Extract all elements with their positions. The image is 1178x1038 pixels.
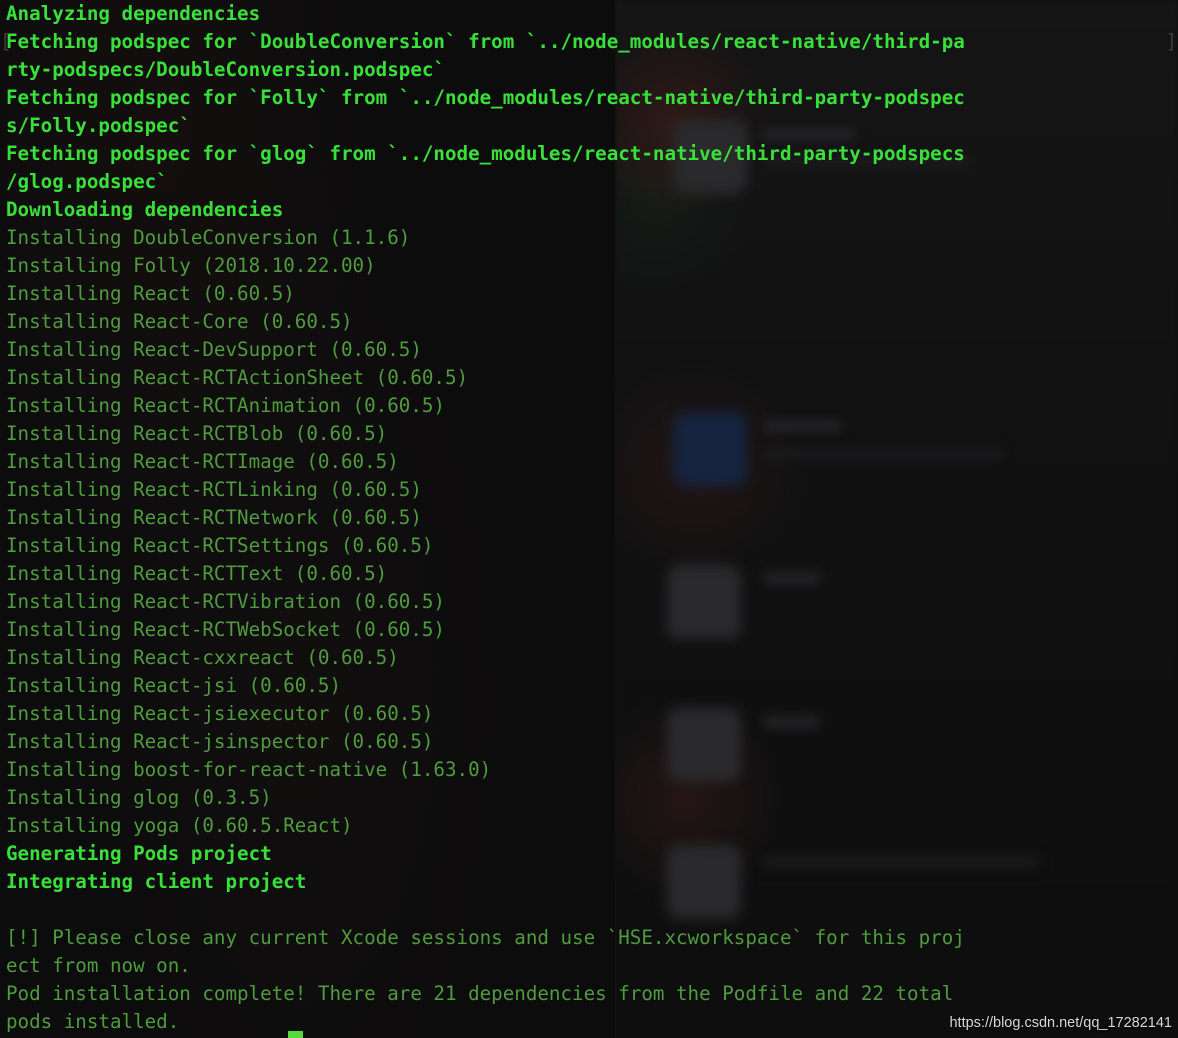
- screenshot-root: Analyzing dependencies Fetching podspec f…: [0, 0, 1178, 1038]
- terminal-line: Downloading dependencies: [6, 198, 284, 221]
- terminal-line: Fetching podspec for `Folly` from `../no…: [6, 86, 965, 109]
- scroll-artifact-right-bracket: ]: [1165, 30, 1177, 53]
- terminal-line: Analyzing dependencies: [6, 2, 261, 25]
- terminal-line: Installing React-RCTNetwork (0.60.5): [6, 506, 422, 529]
- terminal-line: Installing React-RCTVibration (0.60.5): [6, 590, 445, 613]
- scroll-artifact-left-bracket: [: [0, 30, 12, 53]
- terminal-line: Generating Pods project: [6, 842, 272, 865]
- csdn-watermark: https://blog.csdn.net/qq_17282141: [949, 1015, 1172, 1031]
- terminal-line: Installing React-Core (0.60.5): [6, 310, 353, 333]
- terminal-line: Installing React-cxxreact (0.60.5): [6, 646, 399, 669]
- terminal-line: Installing React-RCTAnimation (0.60.5): [6, 394, 445, 417]
- terminal-line: Installing React-RCTText (0.60.5): [6, 562, 388, 585]
- terminal-line: Installing React-DevSupport (0.60.5): [6, 338, 422, 361]
- terminal-line: Installing React (0.60.5): [6, 282, 295, 305]
- terminal-line: Installing React-RCTWebSocket (0.60.5): [6, 618, 445, 641]
- terminal-line: Installing glog (0.3.5): [6, 786, 272, 809]
- terminal-line: rty-podspecs/DoubleConversion.podspec`: [6, 58, 445, 81]
- terminal-line: [!] Please close any current Xcode sessi…: [6, 926, 965, 949]
- terminal-line: Installing React-jsi (0.60.5): [6, 674, 342, 697]
- terminal-line: Installing React-jsiexecutor (0.60.5): [6, 702, 434, 725]
- terminal-line: Integrating client project: [6, 870, 307, 893]
- terminal-line: Installing DoubleConversion (1.1.6): [6, 226, 411, 249]
- terminal-line: Installing React-RCTLinking (0.60.5): [6, 478, 422, 501]
- terminal-output: Analyzing dependencies Fetching podspec f…: [0, 0, 1178, 1036]
- terminal-line: Installing React-RCTBlob (0.60.5): [6, 422, 388, 445]
- terminal-line: /glog.podspec`: [6, 170, 168, 193]
- terminal-line: Installing boost-for-react-native (1.63.…: [6, 758, 492, 781]
- terminal-line: Installing React-RCTImage (0.60.5): [6, 450, 399, 473]
- terminal-line: Installing React-RCTActionSheet (0.60.5): [6, 366, 469, 389]
- terminal-line: Installing React-jsinspector (0.60.5): [6, 730, 434, 753]
- terminal-line: Fetching podspec for `glog` from `../nod…: [6, 142, 965, 165]
- terminal-cursor: [288, 1031, 303, 1038]
- terminal-line: ect from now on.: [6, 954, 191, 977]
- terminal-line: Installing React-RCTSettings (0.60.5): [6, 534, 434, 557]
- terminal-line: Pod installation complete! There are 21 …: [6, 982, 954, 1005]
- terminal-line: Fetching podspec for `DoubleConversion` …: [0, 28, 1178, 56]
- terminal-line: s/Folly.podspec`: [6, 114, 191, 137]
- terminal-line: Installing Folly (2018.10.22.00): [6, 254, 376, 277]
- terminal-line: Installing yoga (0.60.5.React): [6, 814, 353, 837]
- terminal-window[interactable]: Analyzing dependencies Fetching podspec f…: [0, 0, 1178, 1038]
